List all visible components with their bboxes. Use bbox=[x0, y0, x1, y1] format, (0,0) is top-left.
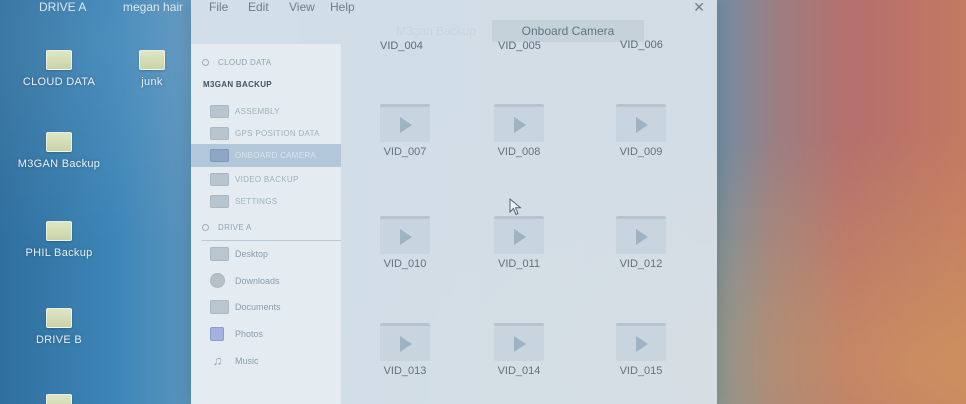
downloads-icon bbox=[210, 273, 225, 288]
sidebar-item-settings[interactable]: SETTINGS bbox=[191, 190, 341, 213]
sidebar-item-assembly[interactable]: ASSEMBLY bbox=[191, 100, 341, 123]
file-label-vid-004[interactable]: VID_004 bbox=[380, 40, 423, 52]
sidebar-place-label: Desktop bbox=[235, 249, 269, 259]
file-item-vid-012[interactable]: VID_012 bbox=[596, 216, 686, 270]
sidebar-item-label: VIDEO BACKUP bbox=[235, 175, 299, 184]
sidebar: CLOUD DATA M3GAN BACKUP ASSEMBLY GPS POS… bbox=[191, 44, 341, 404]
folder-icon bbox=[210, 173, 229, 186]
file-item-vid-009[interactable]: VID_009 bbox=[596, 104, 686, 158]
desktop-label-megan-hair[interactable]: megan hair bbox=[123, 0, 183, 14]
video-file-icon bbox=[494, 323, 544, 361]
video-file-icon bbox=[380, 216, 430, 254]
file-item-vid-008[interactable]: VID_008 bbox=[474, 104, 564, 158]
file-label: VID_014 bbox=[497, 365, 541, 377]
file-item-vid-014[interactable]: VID_014 bbox=[474, 323, 564, 377]
folder-icon bbox=[46, 394, 72, 404]
radio-ring-icon bbox=[202, 224, 209, 231]
file-label: VID_007 bbox=[383, 146, 427, 158]
sidebar-section-drive-a[interactable]: DRIVE A bbox=[202, 223, 252, 232]
file-label-vid-005[interactable]: VID_005 bbox=[498, 40, 541, 52]
video-file-icon bbox=[616, 216, 666, 254]
video-file-icon bbox=[494, 104, 544, 142]
file-label: VID_008 bbox=[497, 146, 541, 158]
file-manager-window: File Edit View Help ✕ CLOUD DATA M3GAN B… bbox=[191, 0, 717, 404]
sidebar-place-downloads[interactable]: Downloads bbox=[210, 273, 280, 288]
desktop-icon-label: M3GAN Backup bbox=[17, 158, 101, 170]
mouse-cursor-icon bbox=[509, 198, 522, 216]
folder-icon bbox=[210, 127, 229, 140]
file-item-vid-013[interactable]: VID_013 bbox=[360, 323, 450, 377]
desktop-icon-partial[interactable] bbox=[4, 394, 114, 404]
folder-icon bbox=[46, 308, 72, 328]
menu-file[interactable]: File bbox=[209, 0, 228, 14]
menu-help[interactable]: Help bbox=[330, 0, 355, 14]
sidebar-place-desktop[interactable]: Desktop bbox=[210, 247, 268, 261]
sidebar-place-music[interactable]: ♫ Music bbox=[210, 354, 259, 368]
tab-m3gan-backup[interactable]: M3gan Backup bbox=[371, 20, 501, 42]
radio-ring-icon bbox=[202, 59, 209, 66]
folder-icon bbox=[139, 50, 165, 70]
sidebar-place-label: Music bbox=[235, 356, 259, 366]
file-item-vid-007[interactable]: VID_007 bbox=[360, 104, 450, 158]
file-label: VID_012 bbox=[619, 258, 663, 270]
sidebar-item-gps-position-data[interactable]: GPS POSITION DATA bbox=[191, 122, 341, 145]
video-file-icon bbox=[494, 216, 544, 254]
desktop-icon-phil-backup[interactable]: PHIL Backup bbox=[4, 221, 114, 259]
file-label-vid-006[interactable]: VID_006 bbox=[620, 39, 663, 51]
folder-icon bbox=[46, 50, 72, 70]
sidebar-place-label: Documents bbox=[235, 302, 281, 312]
folder-icon bbox=[210, 105, 229, 118]
sidebar-divider bbox=[202, 240, 341, 241]
music-icon: ♫ bbox=[212, 353, 223, 368]
video-file-icon bbox=[380, 104, 430, 142]
menu-edit[interactable]: Edit bbox=[248, 0, 269, 14]
sidebar-item-video-backup[interactable]: VIDEO BACKUP bbox=[191, 168, 341, 191]
sidebar-place-documents[interactable]: Documents bbox=[210, 300, 281, 314]
desktop-icon-drive-b[interactable]: DRIVE B bbox=[4, 308, 114, 346]
sidebar-place-label: Photos bbox=[235, 329, 264, 339]
photos-icon bbox=[210, 327, 224, 341]
file-item-vid-011[interactable]: VID_011 bbox=[474, 216, 564, 270]
sidebar-section-cloud-data[interactable]: CLOUD DATA bbox=[202, 58, 271, 67]
folder-icon bbox=[46, 221, 72, 241]
file-label: VID_011 bbox=[498, 258, 540, 270]
file-label: VID_010 bbox=[383, 258, 427, 270]
sidebar-item-label: ASSEMBLY bbox=[235, 107, 280, 116]
sidebar-place-photos[interactable]: Photos bbox=[210, 327, 263, 341]
desktop-icon-m3gan-backup[interactable]: M3GAN Backup bbox=[4, 132, 114, 170]
documents-folder-icon bbox=[210, 300, 229, 314]
desktop-icon-label: DRIVE B bbox=[35, 334, 83, 346]
menu-view[interactable]: View bbox=[289, 0, 315, 14]
desktop-icon-label: PHIL Backup bbox=[25, 247, 93, 259]
file-grid-area: M3gan Backup Onboard Camera VID_004 VID_… bbox=[342, 18, 717, 404]
video-file-icon bbox=[380, 323, 430, 361]
sidebar-item-label: ONBOARD CAMERA bbox=[235, 151, 317, 160]
folder-icon bbox=[46, 132, 72, 152]
close-icon[interactable]: ✕ bbox=[693, 0, 705, 16]
sidebar-section-label: DRIVE A bbox=[218, 223, 252, 232]
file-label: VID_015 bbox=[619, 365, 663, 377]
sidebar-place-label: Downloads bbox=[235, 275, 280, 286]
folder-icon bbox=[210, 149, 229, 162]
video-file-icon bbox=[616, 323, 666, 361]
file-item-vid-015[interactable]: VID_015 bbox=[596, 323, 686, 377]
desktop-folder-icon bbox=[210, 247, 229, 261]
folder-icon bbox=[210, 195, 229, 208]
file-label: VID_013 bbox=[383, 365, 427, 377]
sidebar-section-label: CLOUD DATA bbox=[218, 58, 272, 67]
sidebar-group-title: M3GAN BACKUP bbox=[203, 80, 272, 89]
video-file-icon bbox=[616, 104, 666, 142]
sidebar-item-onboard-camera[interactable]: ONBOARD CAMERA bbox=[191, 144, 341, 167]
file-item-vid-010[interactable]: VID_010 bbox=[360, 216, 450, 270]
desktop-label-drive-a[interactable]: DRIVE A bbox=[39, 0, 86, 14]
file-label: VID_009 bbox=[619, 146, 663, 158]
menu-bar: File Edit View Help ✕ bbox=[191, 0, 717, 18]
sidebar-item-label: SETTINGS bbox=[235, 197, 278, 206]
sidebar-item-label: GPS POSITION DATA bbox=[235, 129, 320, 138]
